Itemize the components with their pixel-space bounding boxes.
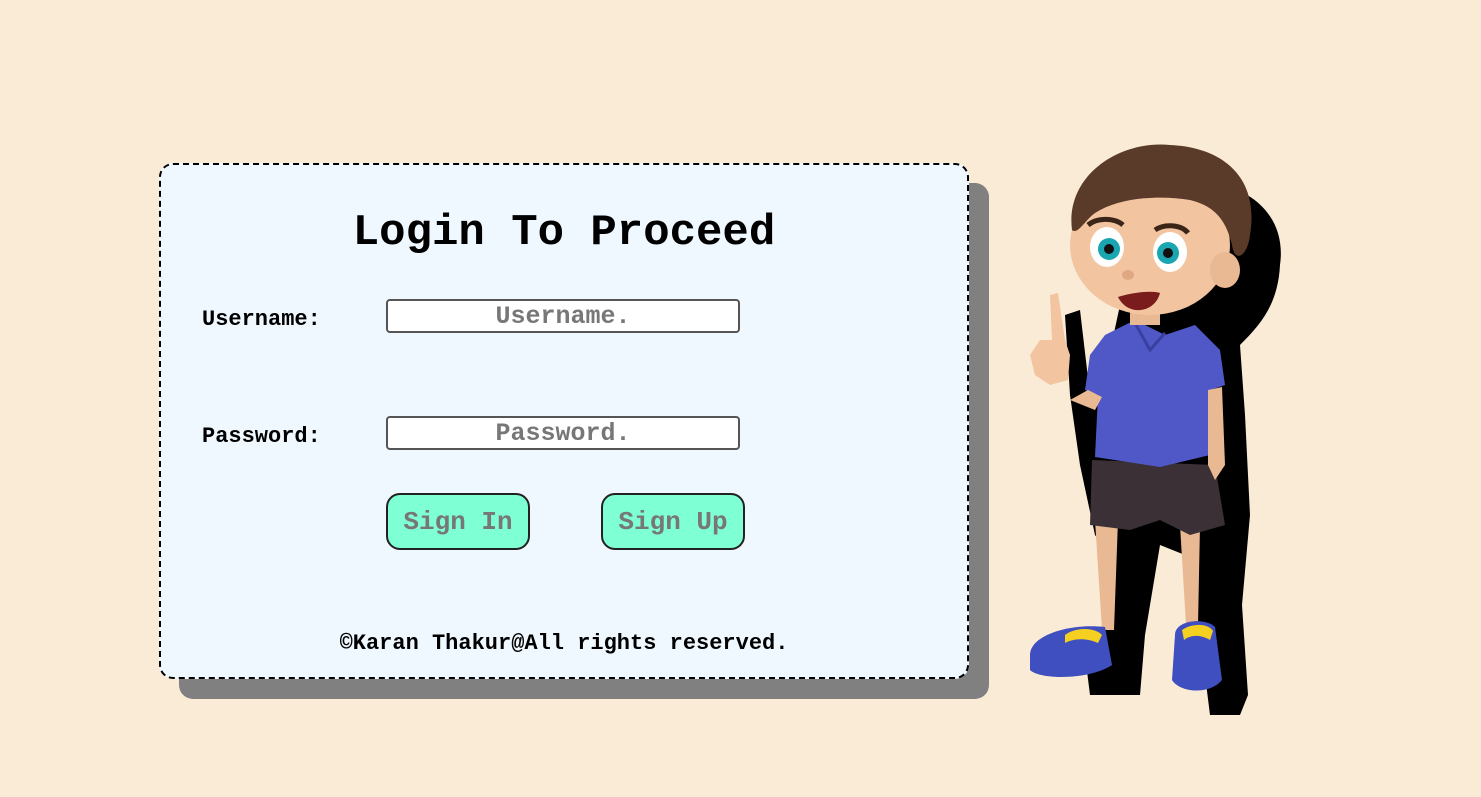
pointing-hand: [1030, 293, 1070, 385]
ear: [1210, 252, 1240, 288]
cartoon-boy-illustration: [1030, 144, 1281, 716]
right-arm: [1208, 387, 1225, 480]
shirt: [1085, 320, 1225, 467]
sign-in-button[interactable]: Sign In: [386, 493, 530, 550]
username-input[interactable]: [386, 299, 740, 333]
nose: [1122, 270, 1134, 280]
username-label: Username:: [202, 307, 321, 332]
page-title: Login To Proceed: [352, 208, 776, 258]
sign-up-button[interactable]: Sign Up: [601, 493, 745, 550]
copyright-footer: ©Karan Thakur@All rights reserved.: [339, 631, 789, 656]
password-input[interactable]: [386, 416, 740, 450]
login-card: Login To Proceed Username: Password: Sig…: [159, 163, 969, 679]
login-page: Login To Proceed Username: Password: Sig…: [0, 0, 1481, 797]
password-label: Password:: [202, 424, 321, 449]
